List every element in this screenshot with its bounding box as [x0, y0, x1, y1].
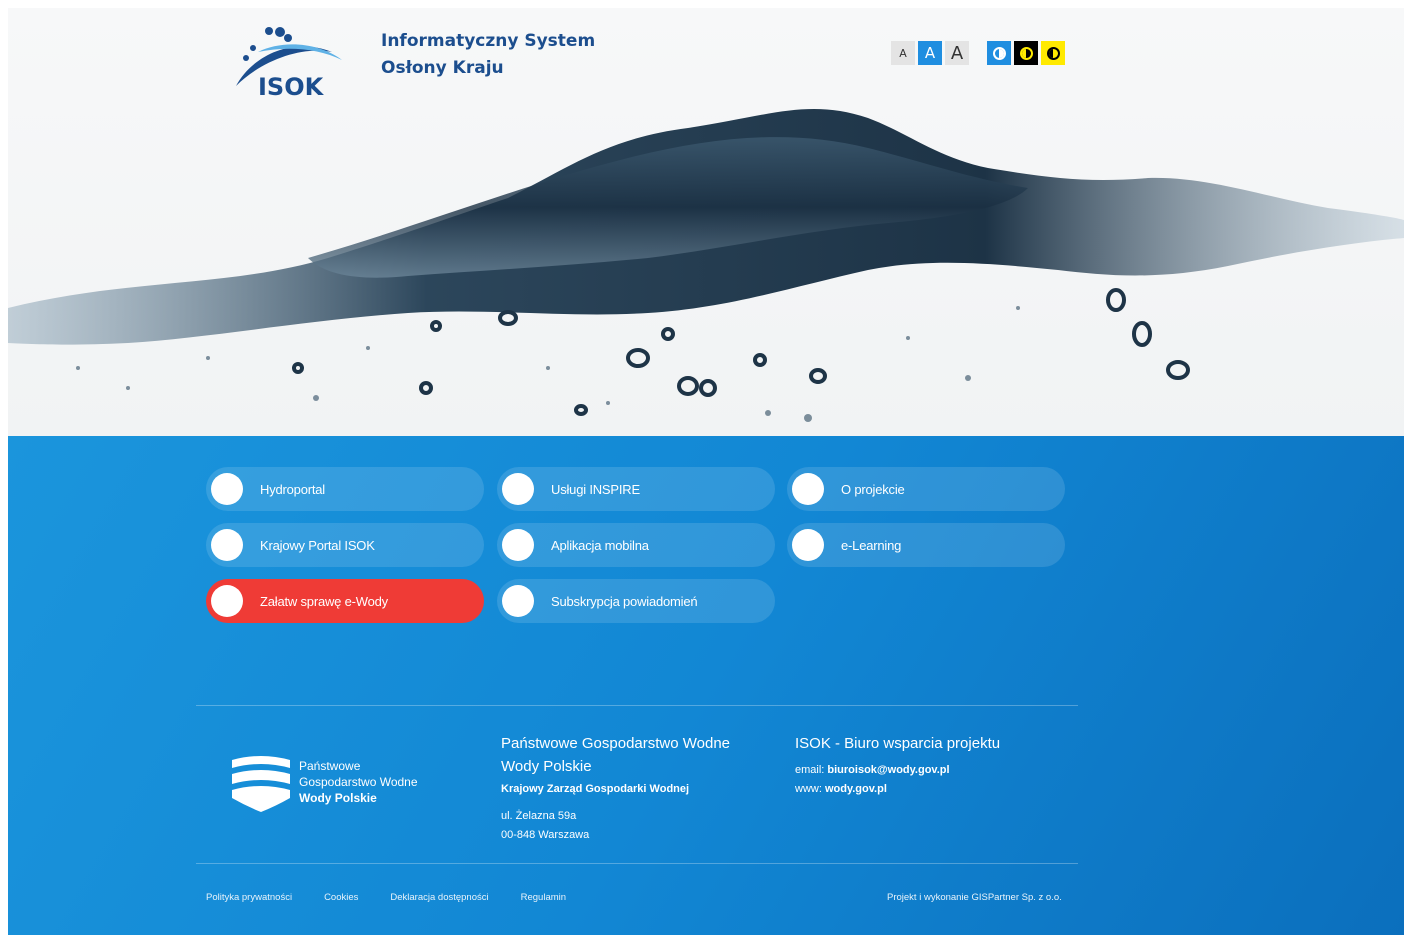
organization-address: ul. Żelazna 59a 00-848 Warszawa — [501, 807, 761, 845]
pgw-logo-line3: Wody Polskie — [299, 791, 377, 805]
footer-links: Polityka prywatności Cookies Deklaracja … — [206, 892, 598, 903]
address-line2: 00-848 Warszawa — [501, 829, 590, 841]
email-link[interactable]: biuroisok@wody.gov.pl — [827, 764, 949, 776]
organization-subheading: Krajowy Zarząd Gospodarki Wodnej — [501, 783, 690, 795]
organization-info: Państwowe Gospodarstwo Wodne Wody Polski… — [501, 732, 761, 845]
contrast-default-button[interactable] — [987, 41, 1011, 65]
contrast-yellow-button[interactable] — [1041, 41, 1065, 65]
organization-heading: Państwowe Gospodarstwo Wodne Wody Polski… — [501, 735, 731, 775]
link-regulamin[interactable]: Regulamin — [521, 892, 566, 903]
tile-circle-icon — [502, 473, 534, 505]
tile-aplikacja-mobilna[interactable]: Aplikacja mobilna — [497, 523, 775, 567]
isok-logo-text: ISOK — [258, 73, 325, 100]
footer-divider-top — [196, 705, 1078, 706]
tile-circle-icon — [211, 473, 243, 505]
site-title-line1: Informatyczny System — [381, 31, 596, 51]
wody-polskie-logo-text: Państwowe Gospodarstwo Wodne Wody Polski… — [299, 758, 418, 806]
site-title: Informatyczny System Osłony Kraju — [381, 28, 595, 82]
header-hero: ISOK Informatyczny System Osłony Kraju A… — [8, 8, 1404, 436]
contrast-controls — [987, 41, 1065, 65]
tile-label: Hydroportal — [260, 481, 325, 497]
tile-uslugi-inspire[interactable]: Usługi INSPIRE — [497, 467, 775, 511]
tile-label: Aplikacja mobilna — [551, 537, 649, 553]
tile-circle-icon — [792, 529, 824, 561]
tile-circle-icon — [502, 529, 534, 561]
tile-o-projekcie[interactable]: O projekcie — [787, 467, 1065, 511]
www-label: www: — [795, 783, 822, 795]
font-size-large-button[interactable]: A — [945, 41, 969, 65]
tile-label: O projekcie — [841, 481, 905, 497]
contrast-black-icon — [1019, 46, 1033, 60]
contrast-black-button[interactable] — [1014, 41, 1038, 65]
tile-label: e-Learning — [841, 537, 902, 553]
page: ISOK Informatyczny System Osłony Kraju A… — [8, 8, 1404, 935]
support-email-row: email: biuroisok@wody.gov.pl — [795, 761, 1000, 780]
link-polityka-prywatnosci[interactable]: Polityka prywatności — [206, 892, 292, 903]
tile-circle-icon — [211, 529, 243, 561]
pgw-logo-line2: Gospodarstwo Wodne — [299, 775, 418, 789]
www-link[interactable]: wody.gov.pl — [825, 783, 887, 795]
tile-e-learning[interactable]: e-Learning — [787, 523, 1065, 567]
link-cookies[interactable]: Cookies — [324, 892, 358, 903]
support-heading: ISOK - Biuro wsparcia projektu — [795, 735, 1001, 752]
main-section: Hydroportal Usługi INSPIRE O projekcie K… — [8, 436, 1404, 935]
tile-label: Krajowy Portal ISOK — [260, 537, 375, 553]
tile-label: Subskrypcja powiadomień — [551, 593, 698, 609]
isok-logo[interactable]: ISOK — [222, 16, 352, 100]
font-size-controls: A A A — [891, 41, 969, 65]
support-www-row: www: wody.gov.pl — [795, 780, 1000, 799]
address-line1: ul. Żelazna 59a — [501, 810, 577, 822]
contrast-default-icon — [992, 46, 1006, 60]
tile-circle-icon — [211, 585, 243, 617]
contrast-yellow-icon — [1046, 46, 1060, 60]
tile-zalatw-sprawe-e-wody[interactable]: Załatw sprawę e-Wody — [206, 579, 484, 623]
tile-circle-icon — [502, 585, 534, 617]
credit-link[interactable]: Projekt i wykonanie GISPartner Sp. z o.o… — [887, 892, 1062, 903]
font-size-medium-button[interactable]: A — [918, 41, 942, 65]
tile-subskrypcja-powiadomien[interactable]: Subskrypcja powiadomień — [497, 579, 775, 623]
wody-polskie-logo[interactable] — [230, 754, 292, 816]
email-label: email: — [795, 764, 825, 776]
footer-divider-bottom — [196, 863, 1078, 864]
tile-label: Usługi INSPIRE — [551, 481, 640, 497]
font-size-small-button[interactable]: A — [891, 41, 915, 65]
link-deklaracja-dostepnosci[interactable]: Deklaracja dostępności — [390, 892, 488, 903]
tile-hydroportal[interactable]: Hydroportal — [206, 467, 484, 511]
site-title-line2: Osłony Kraju — [381, 58, 504, 78]
tile-krajowy-portal-isok[interactable]: Krajowy Portal ISOK — [206, 523, 484, 567]
support-office-info: ISOK - Biuro wsparcia projektu email: bi… — [795, 732, 1000, 799]
pgw-logo-line1: Państwowe — [299, 759, 361, 773]
water-splash-image — [8, 109, 1404, 422]
tile-label: Załatw sprawę e-Wody — [260, 593, 388, 609]
tile-circle-icon — [792, 473, 824, 505]
